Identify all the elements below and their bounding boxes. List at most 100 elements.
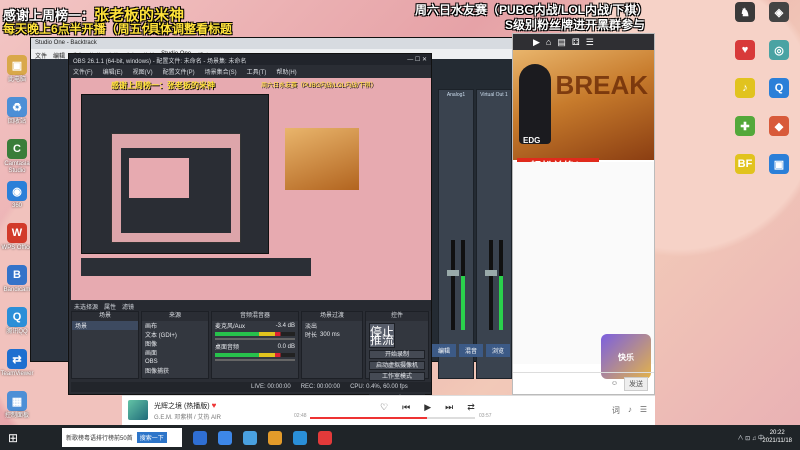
obs-menu-item[interactable]: 文件(F) [73, 67, 93, 76]
studio-left-panel [31, 59, 67, 361]
mixer-channel-strip[interactable]: Analog1 [438, 89, 474, 379]
search-text[interactable]: 新歌榜粤语排行榜前50首 [66, 433, 133, 442]
source-item[interactable]: 图像 [142, 339, 208, 348]
desktop-shortcut[interactable]: ▣ 此电脑 [0, 55, 34, 84]
studio-menu-item[interactable]: 文件 [35, 51, 47, 60]
scene-item[interactable]: 场景 [72, 321, 138, 330]
emoji-icon[interactable]: ☺ [611, 380, 618, 387]
desktop-shortcut[interactable]: ⇄ TeamViewer [0, 349, 34, 378]
desktop-shortcut[interactable]: ♪ [728, 78, 762, 98]
desktop-shortcut[interactable]: C Camtasia Studio [0, 139, 34, 175]
shortcut-label: 控制面板 [4, 413, 29, 419]
next-icon[interactable]: ⏭ [445, 402, 453, 413]
desktop-shortcut[interactable]: ♞ [728, 2, 762, 22]
obs-preview[interactable]: 感谢上周榜一：张老板的米神 周六日水友赛（PUBG内战/LOL内战/下棋） [71, 78, 431, 300]
source-item[interactable]: 画布 [142, 321, 208, 330]
playlist-icon[interactable]: ☰ [640, 405, 647, 416]
shortcut-label: WPS Office [1, 245, 33, 251]
previous-icon[interactable]: ⏮ [402, 402, 410, 413]
obs-menu-item[interactable]: 编辑(E) [103, 67, 123, 76]
system-tray[interactable]: ∧ ⊡ ♫ 中 [737, 425, 764, 450]
transition-select[interactable]: 淡出 [302, 321, 362, 330]
desktop-shortcut[interactable]: Q 腾讯QQ [0, 307, 34, 336]
studio-mix-button[interactable]: 混音 [459, 344, 483, 357]
taskbar-app-icon[interactable] [193, 430, 207, 445]
play-icon[interactable]: ▶ [533, 37, 540, 48]
music-player[interactable]: 光辉之境 (热播版) ♥ G.E.M. 邓紫棋 / 艾热 AIR ♡ ⏮ ▶ ⏭… [122, 395, 655, 425]
stop-streaming-button[interactable]: 停止推流 [369, 323, 395, 348]
volume-slider[interactable] [215, 338, 295, 340]
home-icon[interactable]: ⌂ [546, 37, 551, 47]
heart-icon[interactable]: ♥ [212, 401, 217, 410]
app-icon: BF [735, 154, 755, 174]
obs-menu-item[interactable]: 场景集合(S) [205, 67, 237, 76]
taskbar-app-icon[interactable] [268, 430, 282, 445]
virtual-camera-button[interactable]: 启动虚拟摄像机 [369, 361, 425, 370]
studio-browse-button[interactable]: 浏览 [486, 344, 510, 357]
desktop-shortcut[interactable]: ◆ [762, 116, 796, 136]
desktop-shortcut[interactable]: B Bandicam [0, 265, 34, 294]
properties-button[interactable]: 属性 [104, 302, 116, 311]
obs-menu-item[interactable]: 工具(T) [247, 67, 267, 76]
channel-fader[interactable] [447, 240, 459, 330]
window-controls[interactable]: — ☐ ✕ [407, 56, 427, 63]
volume-icon[interactable]: ♪ [628, 405, 632, 416]
studio-edit-button[interactable]: 编辑 [432, 344, 456, 357]
desktop-shortcut[interactable]: ▦ 控制面板 [0, 391, 34, 420]
volume-slider[interactable] [215, 359, 295, 361]
desktop-shortcut[interactable]: ◎ [762, 40, 796, 60]
play-icon[interactable]: ▶ [424, 402, 431, 413]
desktop-shortcut[interactable]: BF [728, 154, 762, 174]
desktop-shortcut[interactable]: ◈ [762, 2, 796, 22]
taskbar-app-icon[interactable] [218, 430, 232, 445]
desktop-shortcut[interactable]: Q [762, 78, 796, 98]
menu-icon[interactable]: ☰ [586, 37, 594, 48]
channel-fader[interactable] [485, 240, 497, 330]
promo-banner[interactable]: BREAK EDG [513, 50, 654, 160]
time-total: 03:57 [479, 413, 492, 419]
game-icon[interactable]: ⚃ [572, 37, 580, 48]
taskbar-app-icon[interactable] [243, 430, 257, 445]
obs-menu-item[interactable]: 视图(V) [133, 67, 153, 76]
overlay-fan-badge-note: S级别粉丝牌进开黑群参与 [505, 18, 646, 32]
app-icon: ♥ [735, 40, 755, 60]
lyrics-icon[interactable]: 词 [612, 405, 620, 416]
taskbar-search[interactable]: 新歌榜粤语排行榜前50首 搜索一下 [62, 428, 182, 447]
windows-start-icon[interactable]: ⊞ [0, 425, 26, 450]
desktop-shortcut[interactable]: ♥ [728, 40, 762, 60]
desktop-shortcut[interactable]: ♻ 回收站 [0, 97, 34, 126]
source-item[interactable]: OBS [142, 357, 208, 366]
time-elapsed: 02:48 [294, 413, 307, 419]
album-cover[interactable] [128, 400, 148, 420]
taskbar-app-icon[interactable] [293, 430, 307, 445]
scenes-title: 场景 [72, 312, 138, 321]
list-icon[interactable]: ▤ [557, 37, 566, 48]
obs-window[interactable]: OBS 26.1.1 (64-bit, windows) - 配置文件: 未命名… [68, 53, 432, 403]
banner-headline: BREAK [555, 70, 648, 100]
duration-field[interactable]: 300 ms [320, 332, 340, 338]
start-recording-button[interactable]: 开始录制 [369, 350, 425, 359]
studio-menu-item[interactable]: 编辑 [53, 51, 65, 60]
obs-menu-item[interactable]: 帮助(H) [276, 67, 296, 76]
desktop-shortcut[interactable]: ✚ [728, 116, 762, 136]
shortcut-label: 回收站 [7, 119, 26, 125]
source-item[interactable]: 图像捕获 [142, 366, 208, 375]
clock[interactable]: 20:22 2021/11/18 [762, 429, 792, 445]
chat-input-bar[interactable]: ☺ 发送 [513, 372, 654, 394]
taskbar-app-icon[interactable] [318, 430, 332, 445]
progress-bar[interactable] [310, 417, 475, 419]
like-icon[interactable]: ♡ [380, 402, 388, 413]
mixer-channel-strip[interactable]: Virtual Out 1 [476, 89, 512, 379]
source-item[interactable]: 画面 [142, 348, 208, 357]
source-item[interactable]: 文本 (GDI+) [142, 330, 208, 339]
desktop-shortcut[interactable]: ◉ 360 [0, 181, 34, 210]
browser-window[interactable]: ▶ ⌂ ▤ ⚃ ☰ BREAK EDG 轻松兑换！ 快乐 ☺ 发送 [512, 33, 655, 395]
shuffle-icon[interactable]: ⇄ [467, 402, 475, 413]
filters-button[interactable]: 滤镜 [122, 302, 134, 311]
search-button[interactable]: 搜索一下 [136, 432, 167, 443]
studio-mode-button[interactable]: 工作室模式 [369, 372, 425, 381]
send-button[interactable]: 发送 [624, 376, 648, 391]
desktop-shortcut[interactable]: ▣ [762, 154, 796, 174]
desktop-shortcut[interactable]: W WPS Office [0, 223, 34, 252]
obs-menu-item[interactable]: 配置文件(P) [163, 67, 195, 76]
